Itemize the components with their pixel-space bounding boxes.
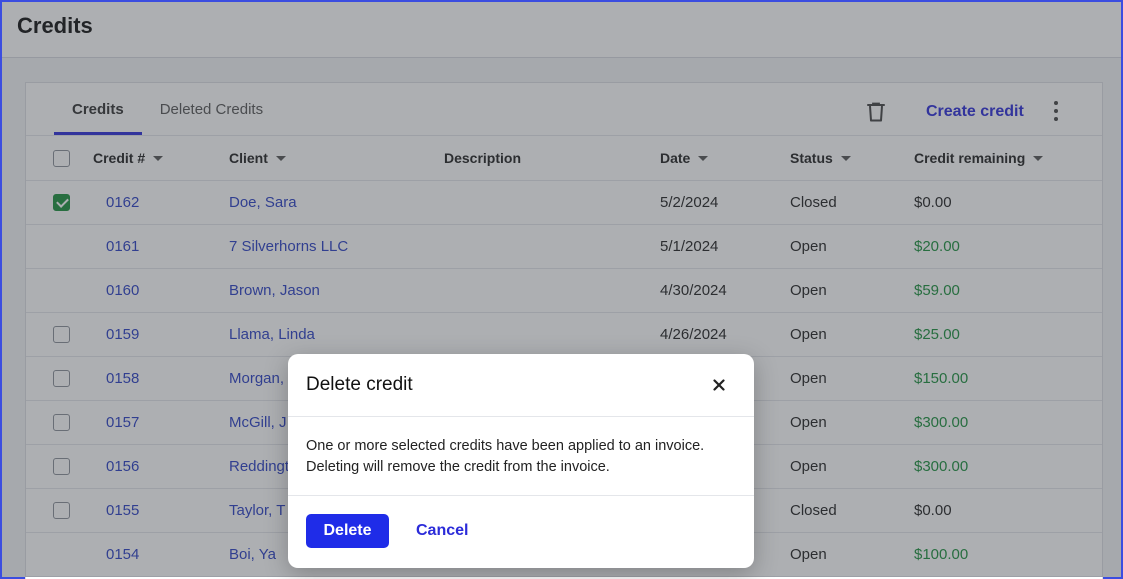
cancel-button[interactable]: Cancel [412,514,472,548]
delete-button[interactable]: Delete [306,514,389,548]
dialog-message: One or more selected credits have been a… [306,438,705,475]
dialog-divider [288,416,754,417]
dialog-divider [288,495,754,496]
dialog-title: Delete credit [306,374,413,395]
delete-credit-dialog: Delete credit One or more selected credi… [288,354,754,568]
close-icon[interactable] [712,378,726,392]
